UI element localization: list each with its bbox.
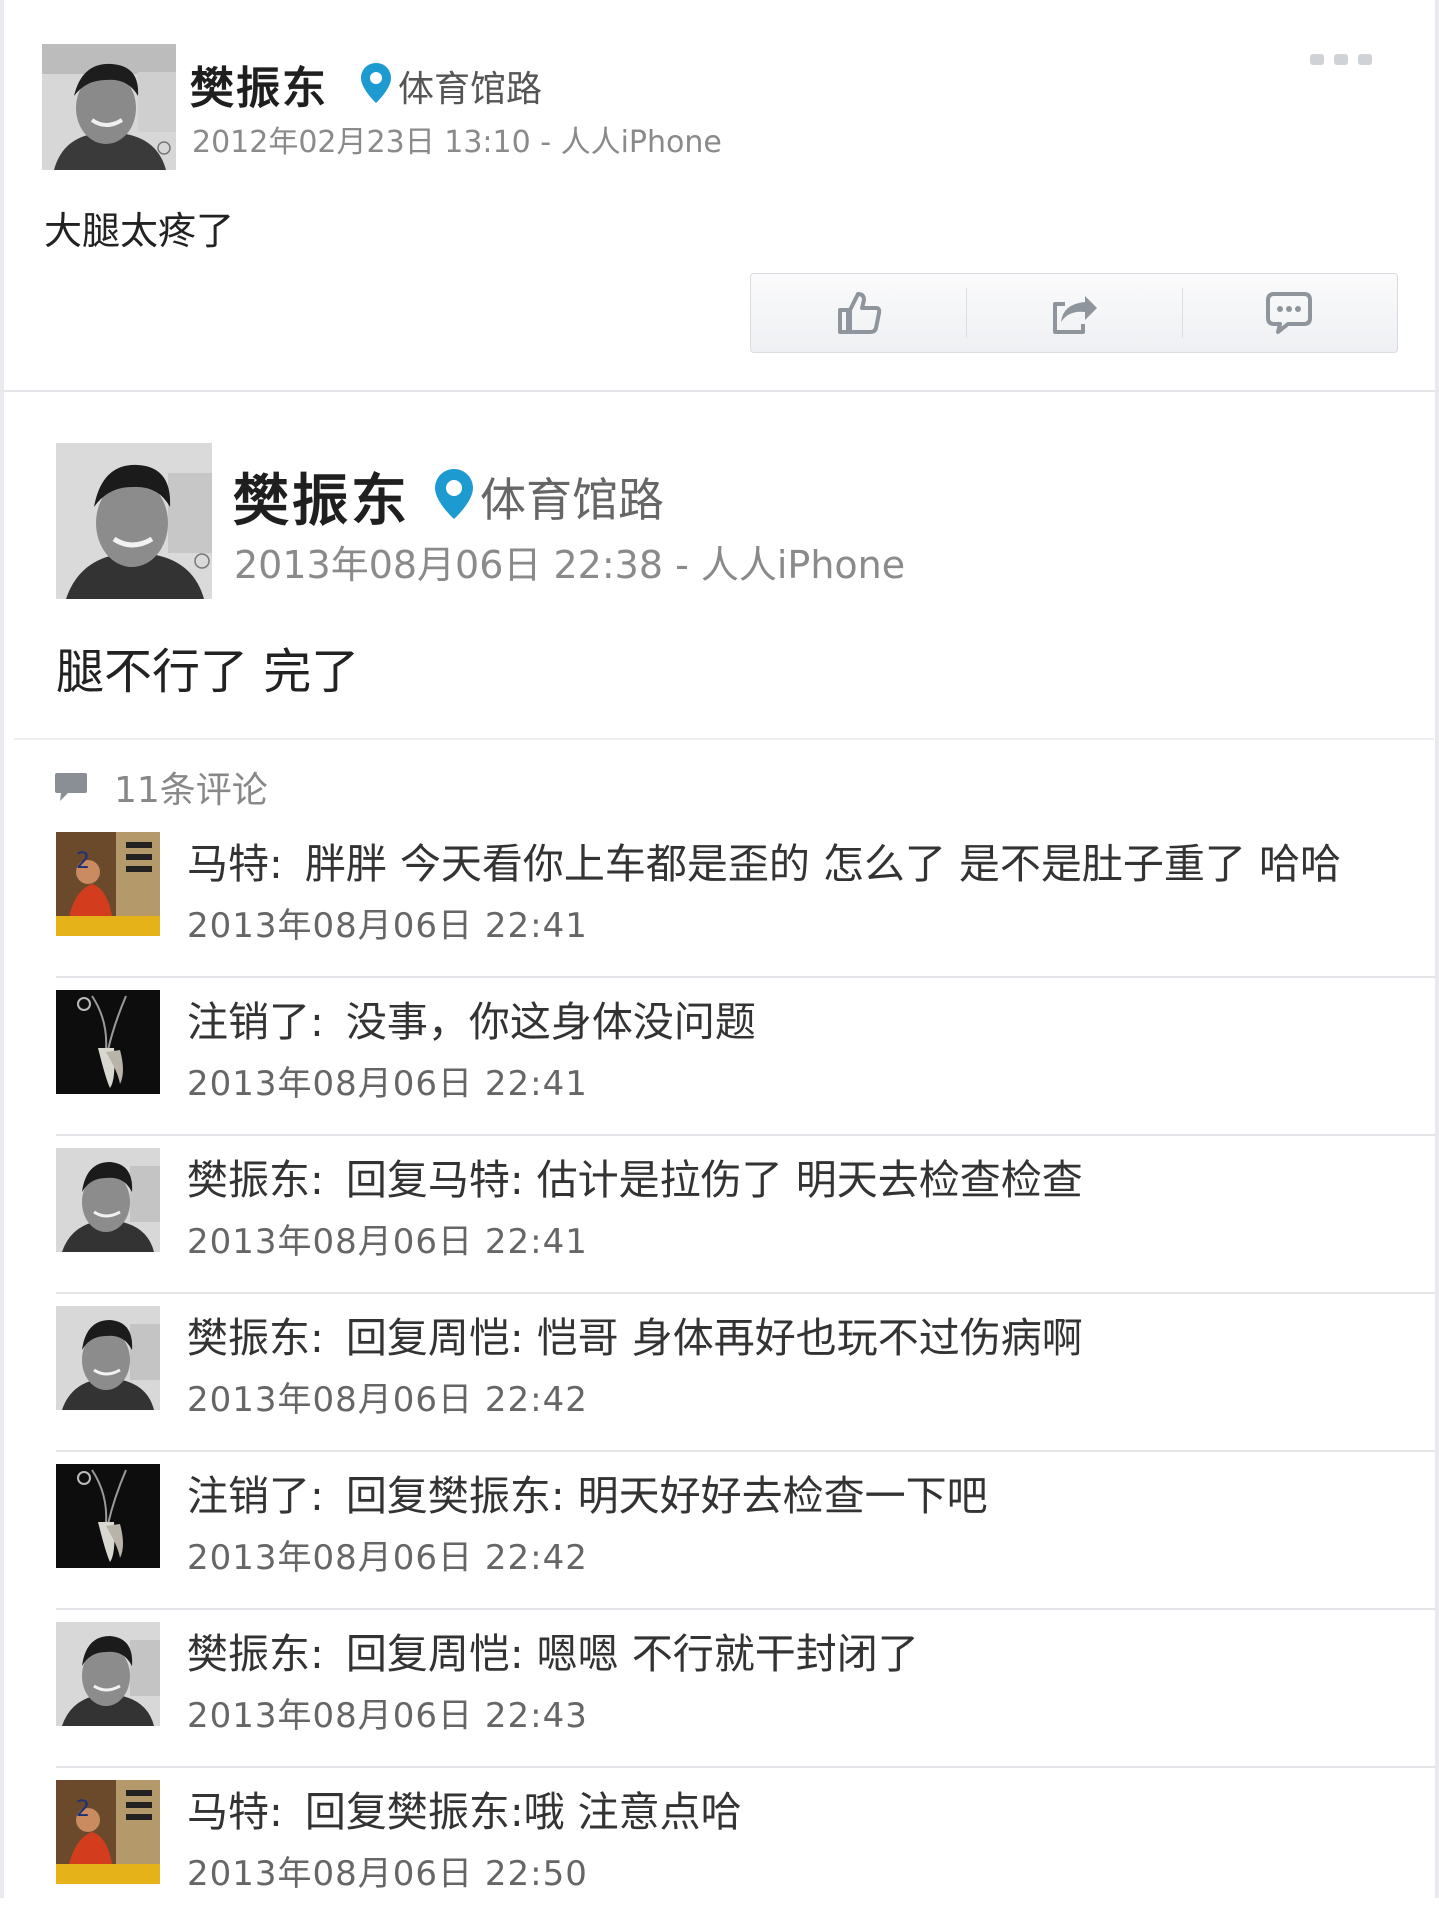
location-label[interactable]: 体育馆路 [398, 60, 542, 112]
comment-time: 2013年08月06日 22:42 [187, 1538, 588, 1578]
author-name[interactable]: 樊振东 [190, 52, 328, 116]
comment-text: 回复马特: 估计是拉伤了 明天去检查检查 [345, 1156, 1083, 1204]
comment-bubble-icon [55, 773, 87, 801]
share-button[interactable] [966, 274, 1181, 352]
comment-separator: : [310, 1472, 324, 1520]
comment-text: 回复周恺: 嗯嗯 不行就干封闭了 [345, 1630, 919, 1678]
like-icon [837, 292, 881, 334]
comment-icon [1266, 292, 1313, 334]
comment-list: 2 马特: 胖胖 今天看你上车都是歪的 怎么了 是不是肚子重了 哈哈 2013年0… [56, 820, 1436, 1924]
comment-author[interactable]: 马特 [187, 1788, 269, 1836]
comment-button[interactable] [1181, 274, 1397, 352]
comment-text: 回复周恺: 恺哥 身体再好也玩不过伤病啊 [345, 1314, 1083, 1362]
more-options-icon[interactable] [1310, 50, 1396, 65]
comment-author[interactable]: 樊振东 [187, 1314, 310, 1362]
comment-author[interactable]: 马特 [187, 840, 269, 888]
location-pin-icon [361, 63, 391, 103]
post-meta: 2012年02月23日 13:10 - 人人iPhone [192, 125, 722, 160]
comment-time: 2013年08月06日 22:50 [187, 1854, 588, 1894]
comment-text: 没事，你这身体没问题 [345, 998, 756, 1046]
avatar[interactable]: 2 [56, 1780, 160, 1884]
comment-item: 2 马特: 胖胖 今天看你上车都是歪的 怎么了 是不是肚子重了 哈哈 2013年0… [56, 820, 1436, 978]
comments-count: 11条评论 [114, 770, 268, 811]
comment-item: 樊振东: 回复马特: 估计是拉伤了 明天去检查检查 2013年08月06日 22:… [56, 1136, 1436, 1294]
comment-item: 注销了: 回复樊振东: 明天好好去检查一下吧 2013年08月06日 22:42 [56, 1452, 1436, 1610]
share-icon [1052, 296, 1097, 334]
comment-separator: : [310, 998, 324, 1046]
comment-separator: : [269, 840, 283, 888]
comment-text: 回复樊振东: 明天好好去检查一下吧 [345, 1472, 988, 1520]
section-divider [14, 738, 1434, 740]
post-divider [0, 390, 1439, 392]
like-button[interactable] [751, 274, 966, 352]
svg-text:2: 2 [76, 1797, 90, 1822]
comment-time: 2013年08月06日 22:43 [187, 1696, 588, 1736]
comment-separator: : [310, 1630, 324, 1678]
comment-text: 胖胖 今天看你上车都是歪的 怎么了 是不是肚子重了 哈哈 [304, 840, 1341, 888]
post-action-bar [750, 273, 1398, 353]
avatar[interactable] [56, 1464, 160, 1568]
location-pin-icon [435, 469, 473, 519]
comment-item: 注销了: 没事，你这身体没问题 2013年08月06日 22:41 [56, 978, 1436, 1136]
comment-separator: : [310, 1314, 324, 1362]
comment-author[interactable]: 注销了 [187, 1472, 310, 1520]
post-text: 腿不行了 完了 [56, 644, 360, 700]
comment-author[interactable]: 樊振东 [187, 1156, 310, 1204]
comment-item: 樊振东: 回复周恺: 嗯嗯 不行就干封闭了 2013年08月06日 22:43 [56, 1610, 1436, 1768]
avatar[interactable] [56, 990, 160, 1094]
post-text: 大腿太疼了 [44, 209, 235, 253]
avatar[interactable] [56, 1148, 160, 1252]
avatar[interactable] [56, 1306, 160, 1410]
comment-separator: : [269, 1788, 283, 1836]
author-name[interactable]: 樊振东 [233, 456, 410, 537]
comment-item: 2 马特: 回复樊振东:哦 注意点哈 2013年08月06日 22:50 [56, 1768, 1436, 1924]
comment-author[interactable]: 注销了 [187, 998, 310, 1046]
comment-author[interactable]: 樊振东 [187, 1630, 310, 1678]
post-meta: 2013年08月06日 22:38 - 人人iPhone [234, 543, 906, 587]
comment-time: 2013年08月06日 22:42 [187, 1380, 588, 1420]
comment-separator: : [310, 1156, 324, 1204]
location-label[interactable]: 体育馆路 [480, 464, 664, 530]
svg-text:2: 2 [76, 849, 90, 874]
comment-text: 回复樊振东:哦 注意点哈 [304, 1788, 742, 1836]
avatar[interactable] [42, 44, 176, 170]
comments-header[interactable]: 11条评论 [54, 762, 268, 812]
avatar[interactable]: 2 [56, 832, 160, 936]
comment-time: 2013年08月06日 22:41 [187, 1222, 588, 1262]
comment-time: 2013年08月06日 22:41 [187, 1064, 588, 1104]
avatar[interactable] [56, 443, 212, 599]
comment-item: 樊振东: 回复周恺: 恺哥 身体再好也玩不过伤病啊 2013年08月06日 22:… [56, 1294, 1436, 1452]
avatar[interactable] [56, 1622, 160, 1726]
comment-time: 2013年08月06日 22:41 [187, 906, 588, 946]
